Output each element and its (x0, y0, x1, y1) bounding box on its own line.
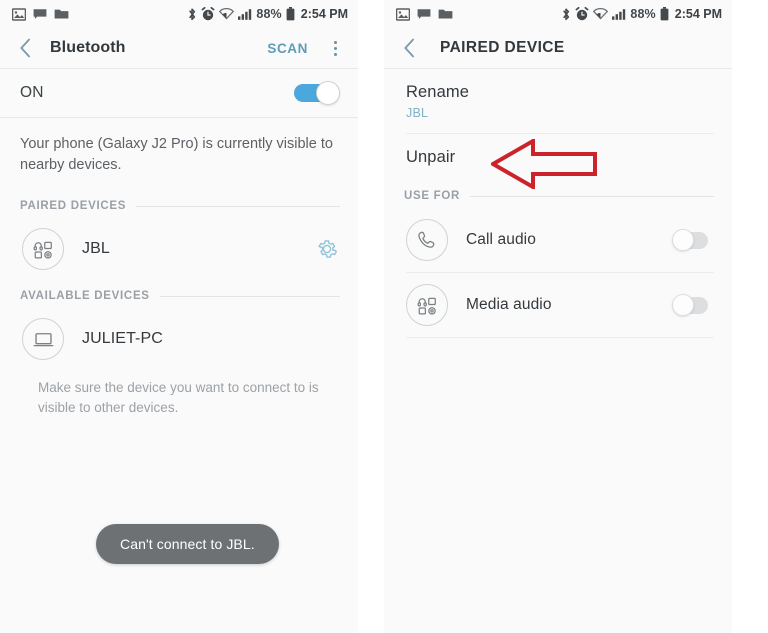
call-audio-toggle[interactable] (672, 229, 712, 251)
media-audio-toggle[interactable] (672, 294, 712, 316)
image-icon (396, 7, 410, 21)
battery-percent-right: 88% (630, 7, 656, 21)
use-for-bottom-divider (406, 337, 714, 338)
signal-icon (238, 8, 252, 20)
message-icon (33, 8, 47, 20)
media-audio-label: Media audio (466, 296, 552, 313)
use-for-header: USE FOR (384, 180, 732, 208)
image-icon (12, 7, 26, 21)
battery-icon (286, 7, 295, 21)
unpair-row[interactable]: Unpair (384, 134, 732, 180)
available-devices-label: AVAILABLE DEVICES (20, 290, 150, 302)
wifi-icon (219, 8, 235, 20)
bluetooth-power-label: ON (20, 84, 44, 101)
alarm-icon (575, 7, 589, 21)
call-audio-label: Call audio (466, 231, 536, 248)
right-phone-screen: 88% 2:54 PM PAIRED DEVICE Rename JBL Unp… (384, 0, 768, 633)
clock-left: 2:54 PM (300, 7, 348, 21)
notification-icons-right (396, 7, 453, 21)
media-audio-row[interactable]: Media audio (384, 273, 732, 337)
clock-right: 2:54 PM (674, 7, 722, 21)
alarm-icon (201, 7, 215, 21)
screenshot-stage: 88% 2:54 PM Bluetooth SCAN ON Your phone… (0, 0, 768, 633)
availability-hint-text: Make sure the device you want to connect… (38, 380, 319, 415)
bluetooth-icon (187, 7, 197, 22)
section-rule (159, 295, 340, 297)
wifi-icon (593, 8, 609, 20)
left-app-bar: Bluetooth SCAN (0, 28, 358, 68)
right-app-bar: PAIRED DEVICE (384, 28, 732, 68)
available-device-row-juliet-pc[interactable]: JULIET-PC (0, 308, 358, 370)
section-rule (136, 205, 340, 207)
folder-icon (54, 8, 69, 20)
unpair-label: Unpair (406, 148, 456, 166)
system-status-icons: 88% 2:54 PM (187, 7, 348, 22)
phone-handset-icon (406, 219, 448, 261)
back-button-left[interactable] (14, 37, 36, 59)
system-status-icons-right: 88% 2:54 PM (561, 7, 722, 22)
back-button-right[interactable] (398, 37, 420, 59)
laptop-icon (22, 318, 64, 360)
more-vertical-icon[interactable] (324, 36, 346, 60)
available-devices-header: AVAILABLE DEVICES (0, 280, 358, 308)
right-screen-content: 88% 2:54 PM PAIRED DEVICE Rename JBL Unp… (384, 0, 732, 633)
toast-message: Can't connect to JBL. (96, 524, 279, 564)
left-phone-screen: 88% 2:54 PM Bluetooth SCAN ON Your phone… (0, 0, 358, 633)
paired-device-name: JBL (82, 240, 110, 257)
call-audio-row[interactable]: Call audio (384, 208, 732, 272)
visibility-description: Your phone (Galaxy J2 Pro) is currently … (0, 118, 358, 190)
visibility-text: Your phone (Galaxy J2 Pro) is currently … (20, 136, 333, 173)
battery-icon (660, 7, 669, 21)
message-icon (417, 8, 431, 20)
toggle-knob (316, 81, 340, 105)
toggle-knob (672, 294, 694, 316)
gear-icon[interactable] (314, 236, 340, 262)
status-bar-right: 88% 2:54 PM (384, 0, 732, 28)
rename-value: JBL (406, 106, 429, 120)
rename-label: Rename (406, 83, 469, 101)
notification-icons (12, 7, 69, 21)
signal-icon (612, 8, 626, 20)
toggle-knob (672, 229, 694, 251)
status-bar-left: 88% 2:54 PM (0, 0, 358, 28)
rename-row[interactable]: Rename JBL (384, 69, 732, 133)
availability-hint: Make sure the device you want to connect… (0, 370, 358, 418)
paired-devices-label: PAIRED DEVICES (20, 200, 127, 212)
paired-devices-header: PAIRED DEVICES (0, 190, 358, 218)
bluetooth-power-row[interactable]: ON (0, 69, 358, 117)
bluetooth-power-toggle[interactable] (294, 81, 340, 105)
paired-device-row-jbl[interactable]: JBL (0, 218, 358, 280)
page-title-left: Bluetooth (50, 39, 126, 56)
page-title-right: PAIRED DEVICE (440, 39, 565, 56)
use-for-label: USE FOR (404, 190, 461, 202)
bluetooth-icon (561, 7, 571, 22)
available-device-name: JULIET-PC (82, 330, 163, 347)
battery-percent-left: 88% (256, 7, 282, 21)
bluetooth-audio-device-icon (406, 284, 448, 326)
scan-button[interactable]: SCAN (265, 37, 310, 60)
section-rule (470, 195, 714, 197)
panel-gap (358, 0, 384, 633)
bluetooth-audio-device-icon (22, 228, 64, 270)
folder-icon (438, 8, 453, 20)
